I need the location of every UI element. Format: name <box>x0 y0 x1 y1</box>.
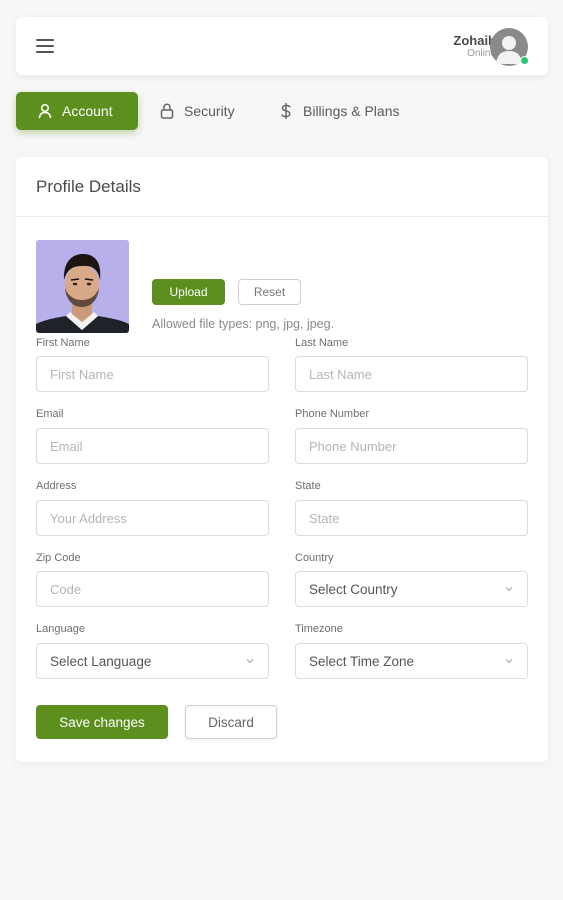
chevron-down-icon <box>246 659 254 664</box>
country-label: Country <box>295 552 334 564</box>
user-icon <box>38 103 52 119</box>
discard-button[interactable]: Discard <box>185 705 277 739</box>
top-navbar: Zohaib Online <box>16 17 548 75</box>
profile-photo <box>36 240 129 333</box>
phone-label: Phone Number <box>295 408 369 420</box>
hamburger-menu-icon[interactable] <box>36 39 56 55</box>
tab-security-label: Security <box>184 103 235 119</box>
address-label: Address <box>36 480 77 492</box>
card-title: Profile Details <box>36 177 141 196</box>
tab-account[interactable]: Account <box>16 92 138 130</box>
dollar-icon <box>281 102 291 120</box>
lock-icon <box>160 103 174 119</box>
language-label: Language <box>36 623 85 635</box>
reset-button[interactable]: Reset <box>238 279 301 305</box>
avatar[interactable] <box>490 28 529 66</box>
zip-code-label: Zip Code <box>36 552 81 564</box>
chevron-down-icon <box>505 659 513 664</box>
email-field[interactable] <box>36 428 269 464</box>
timezone-label: Timezone <box>295 623 343 635</box>
language-select-value: Select Language <box>50 653 152 669</box>
email-label: Email <box>36 408 64 420</box>
first-name-field[interactable] <box>36 356 269 392</box>
divider <box>16 216 548 217</box>
save-changes-button[interactable]: Save changes <box>36 705 168 739</box>
tab-billings-label: Billings & Plans <box>303 103 400 119</box>
state-label: State <box>295 480 321 492</box>
tab-account-label: Account <box>62 103 113 119</box>
last-name-label: Last Name <box>295 337 349 349</box>
timezone-select-value: Select Time Zone <box>309 653 415 669</box>
state-field[interactable] <box>295 500 528 536</box>
last-name-field[interactable] <box>295 356 528 392</box>
online-status-dot <box>520 56 529 65</box>
country-select[interactable]: Select Country <box>295 571 528 607</box>
phone-field[interactable] <box>295 428 528 464</box>
zip-code-field[interactable] <box>36 571 269 607</box>
profile-details-card: Profile Details Upload Reset Allowed fil… <box>16 157 548 762</box>
account-tabs: Account Security Billings & Plans <box>16 92 548 130</box>
upload-button[interactable]: Upload <box>152 279 225 305</box>
language-select[interactable]: Select Language <box>36 643 269 679</box>
tab-billings[interactable]: Billings & Plans <box>277 92 400 130</box>
address-field[interactable] <box>36 500 269 536</box>
country-select-value: Select Country <box>309 581 398 597</box>
first-name-label: First Name <box>36 337 90 349</box>
tab-security[interactable]: Security <box>158 92 235 130</box>
timezone-select[interactable]: Select Time Zone <box>295 643 528 679</box>
file-types-hint: Allowed file types: png, jpg, jpeg. <box>152 317 335 331</box>
chevron-down-icon <box>505 587 513 592</box>
